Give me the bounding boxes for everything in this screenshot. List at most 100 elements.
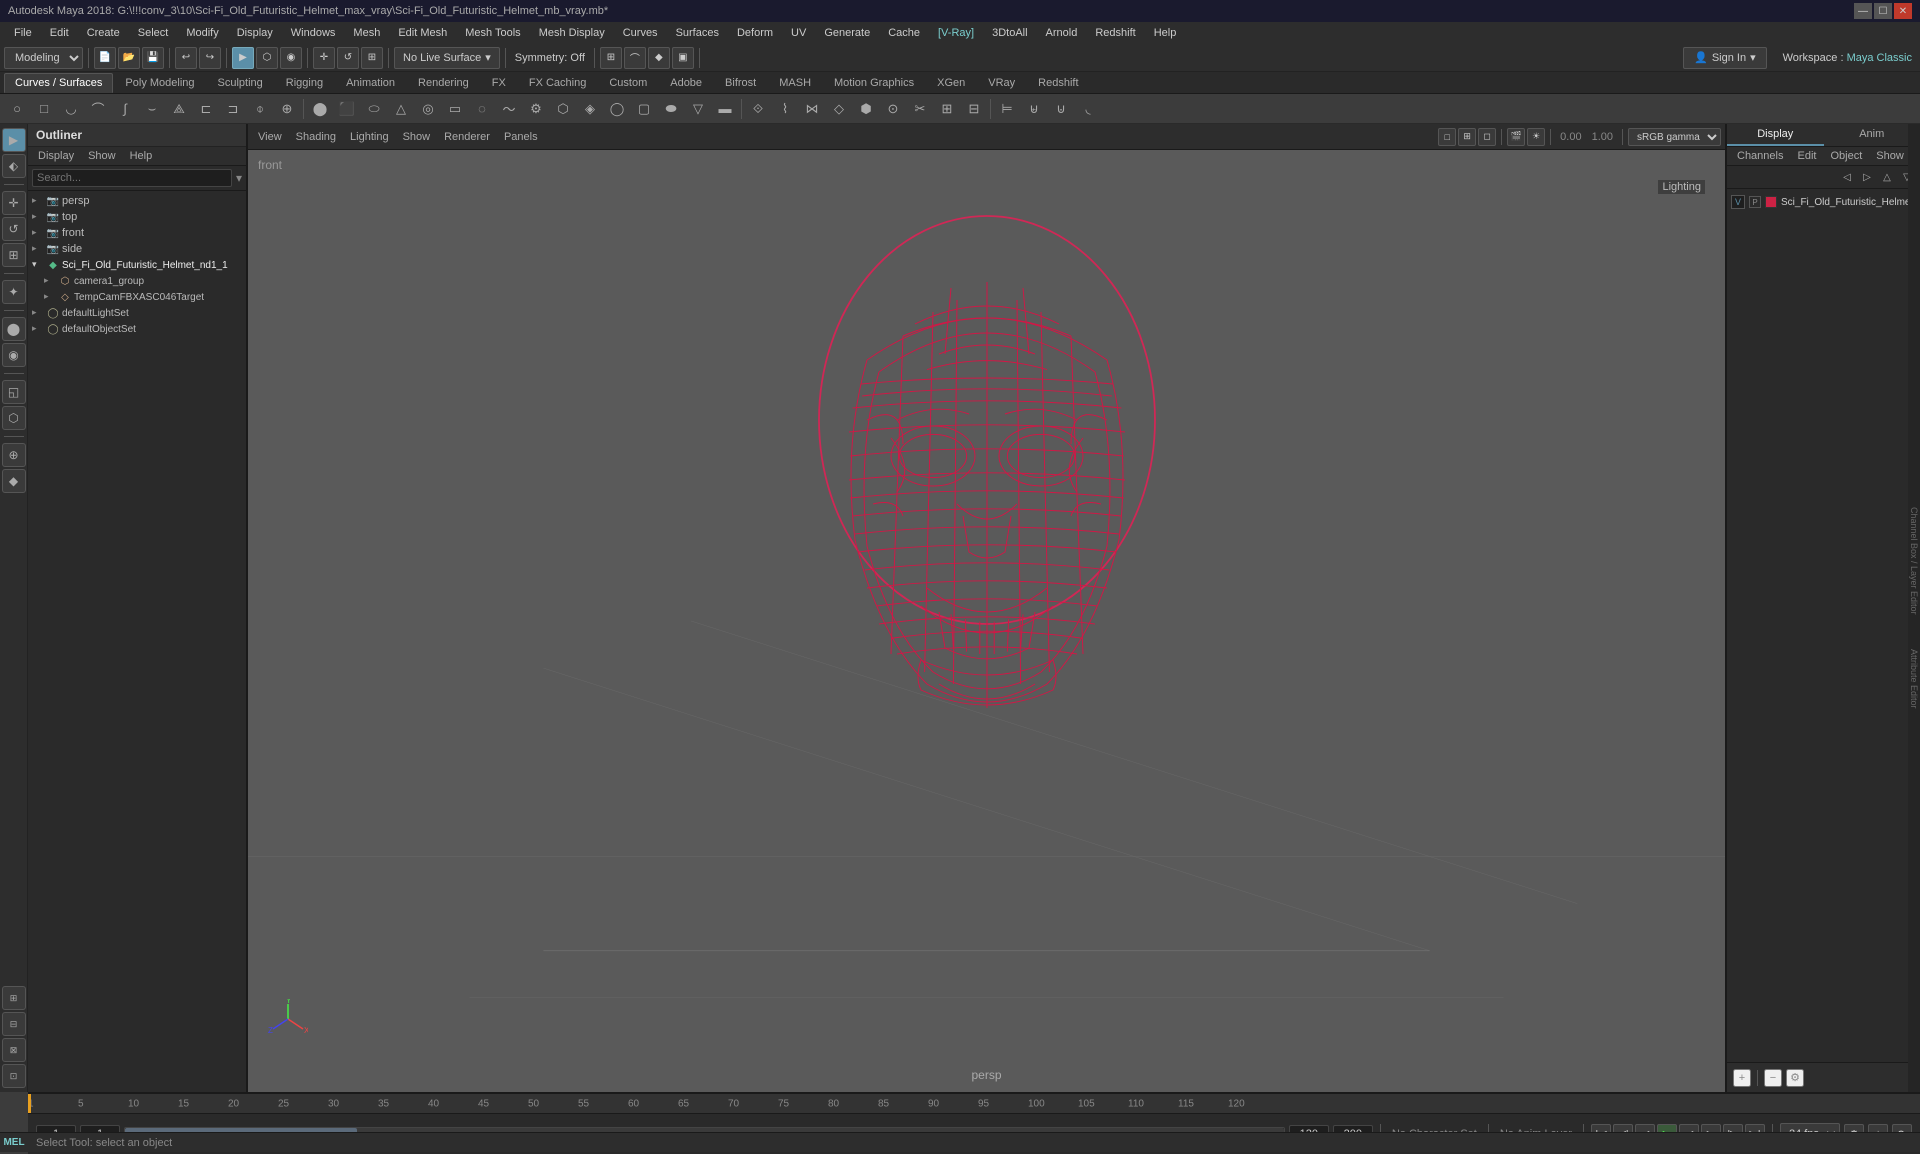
tab-animation[interactable]: Animation bbox=[335, 73, 406, 93]
vp-menu-show[interactable]: Show bbox=[397, 129, 437, 145]
menu-deform[interactable]: Deform bbox=[729, 25, 781, 41]
select-edge-btn[interactable]: □ bbox=[31, 96, 57, 122]
timeline-ruler[interactable]: 1 5 10 15 20 25 30 35 40 45 50 55 60 65 … bbox=[28, 1094, 1920, 1114]
helix-btn[interactable]: 〜 bbox=[496, 96, 522, 122]
tree-item-front[interactable]: ▸ 📷 front bbox=[28, 225, 246, 241]
select-tool-btn[interactable]: ▶ bbox=[232, 47, 254, 69]
vp-menu-shading[interactable]: Shading bbox=[290, 129, 342, 145]
object-menu[interactable]: Object bbox=[1824, 149, 1868, 163]
menu-mesh-display[interactable]: Mesh Display bbox=[531, 25, 613, 41]
layer-color-swatch[interactable] bbox=[1765, 196, 1777, 208]
menu-uv[interactable]: UV bbox=[783, 25, 814, 41]
menu-display[interactable]: Display bbox=[229, 25, 281, 41]
rotate-tool-btn[interactable]: ↺ bbox=[2, 217, 26, 241]
scale-btn[interactable]: ⊞ bbox=[361, 47, 383, 69]
extrude-btn[interactable]: ⟐ bbox=[745, 96, 771, 122]
rbs-btn-1[interactable]: + bbox=[1733, 1069, 1751, 1087]
tab-rendering[interactable]: Rendering bbox=[407, 73, 480, 93]
snap-point-btn[interactable]: ◆ bbox=[648, 47, 670, 69]
snap-view-btn[interactable]: ▣ bbox=[672, 47, 694, 69]
outliner-help-menu[interactable]: Help bbox=[124, 149, 159, 163]
close-button[interactable]: ✕ bbox=[1894, 3, 1912, 19]
show-manip-btn[interactable]: ✦ bbox=[2, 280, 26, 304]
right-tab-display[interactable]: Display bbox=[1727, 124, 1824, 146]
cone-btn[interactable]: △ bbox=[388, 96, 414, 122]
cube-btn[interactable]: ⬛ bbox=[334, 96, 360, 122]
menu-curves[interactable]: Curves bbox=[615, 25, 666, 41]
menu-file[interactable]: File bbox=[6, 25, 40, 41]
mirror-btn[interactable]: ⊨ bbox=[994, 96, 1020, 122]
platonic-btn[interactable]: ⬡ bbox=[550, 96, 576, 122]
gear-btn[interactable]: ⚙ bbox=[523, 96, 549, 122]
sign-in-button[interactable]: 👤 Sign In ▾ bbox=[1683, 47, 1766, 69]
combine-btn[interactable]: ⊌ bbox=[1021, 96, 1047, 122]
quick-layout-btn[interactable]: ⊞ bbox=[2, 986, 26, 1010]
tab-poly-modeling[interactable]: Poly Modeling bbox=[114, 73, 205, 93]
vp-menu-panels[interactable]: Panels bbox=[498, 129, 544, 145]
nurbs-cyl-btn[interactable]: ⬬ bbox=[658, 96, 684, 122]
menu-windows[interactable]: Windows bbox=[283, 25, 344, 41]
new-scene-btn[interactable]: 📄 bbox=[94, 47, 116, 69]
tab-rigging[interactable]: Rigging bbox=[275, 73, 334, 93]
tab-mash[interactable]: MASH bbox=[768, 73, 822, 93]
pipe-btn[interactable]: ◌ bbox=[469, 96, 495, 122]
quick-layout-btn3[interactable]: ⊠ bbox=[2, 1038, 26, 1062]
bevel-btn[interactable]: ◇ bbox=[826, 96, 852, 122]
separate-btn[interactable]: ⊍ bbox=[1048, 96, 1074, 122]
viewport[interactable]: View Shading Lighting Show Renderer Pane… bbox=[248, 124, 1725, 1092]
render-btn[interactable]: ⬡ bbox=[2, 406, 26, 430]
menu-mesh[interactable]: Mesh bbox=[345, 25, 388, 41]
sel-type-btn2[interactable]: ⟁ bbox=[166, 96, 192, 122]
nurbs-cone-btn[interactable]: ▽ bbox=[685, 96, 711, 122]
smooth-btn[interactable]: ◟ bbox=[1075, 96, 1101, 122]
tree-item-lightset[interactable]: ▸ ◯ defaultLightSet bbox=[28, 305, 246, 321]
tab-motion-graphics[interactable]: Motion Graphics bbox=[823, 73, 925, 93]
quick-layout-btn2[interactable]: ⊟ bbox=[2, 1012, 26, 1036]
menu-cache[interactable]: Cache bbox=[880, 25, 928, 41]
undo-btn[interactable]: ↩ bbox=[175, 47, 197, 69]
move-tool-btn[interactable]: ✛ bbox=[2, 191, 26, 215]
scale-tool-btn[interactable]: ⊞ bbox=[2, 243, 26, 267]
open-btn[interactable]: 📂 bbox=[118, 47, 140, 69]
view-btn[interactable]: ◱ bbox=[2, 380, 26, 404]
channels-menu[interactable]: Channels bbox=[1731, 149, 1789, 163]
layer-visibility-checkbox[interactable]: V bbox=[1731, 195, 1745, 209]
modeling-dropdown[interactable]: Modeling bbox=[4, 47, 83, 69]
menu-help[interactable]: Help bbox=[1146, 25, 1185, 41]
vp-menu-lighting[interactable]: Lighting bbox=[344, 129, 395, 145]
menu-arnold[interactable]: Arnold bbox=[1038, 25, 1086, 41]
tree-item-side[interactable]: ▸ 📷 side bbox=[28, 241, 246, 257]
save-btn[interactable]: 💾 bbox=[142, 47, 164, 69]
sphere-btn[interactable]: ⬤ bbox=[307, 96, 333, 122]
tree-item-objectset[interactable]: ▸ ◯ defaultObjectSet bbox=[28, 321, 246, 337]
custom-layout-btn[interactable]: ⊡ bbox=[2, 1064, 26, 1088]
menu-generate[interactable]: Generate bbox=[816, 25, 878, 41]
tab-redshift[interactable]: Redshift bbox=[1027, 73, 1089, 93]
menu-edit-mesh[interactable]: Edit Mesh bbox=[390, 25, 455, 41]
nurbs-plane-btn[interactable]: ▬ bbox=[712, 96, 738, 122]
plane-btn[interactable]: ▭ bbox=[442, 96, 468, 122]
menu-vray[interactable]: [V-Ray] bbox=[930, 25, 982, 41]
vp-render-icon-btn[interactable]: 🎬 bbox=[1507, 128, 1525, 146]
vp-wireframe-btn[interactable]: ◻ bbox=[1478, 128, 1496, 146]
vp-mode-btn[interactable]: ⊞ bbox=[1458, 128, 1476, 146]
nurbs-sphere-btn[interactable]: ◯ bbox=[604, 96, 630, 122]
rbs-btn-2[interactable]: − bbox=[1764, 1069, 1782, 1087]
rp-icon-right[interactable]: ▷ bbox=[1858, 168, 1876, 186]
redo-btn[interactable]: ↪ bbox=[199, 47, 221, 69]
paint-select-btn[interactable]: ⬖ bbox=[2, 154, 26, 178]
offset-loop-btn[interactable]: ⊟ bbox=[961, 96, 987, 122]
paint-btn[interactable]: ◉ bbox=[280, 47, 302, 69]
snap-grid-btn[interactable]: ⊞ bbox=[600, 47, 622, 69]
select-curve-btn[interactable]: ∫ bbox=[112, 96, 138, 122]
menu-select[interactable]: Select bbox=[130, 25, 177, 41]
select-face-btn[interactable]: ◡ bbox=[58, 96, 84, 122]
outliner-show-menu[interactable]: Show bbox=[82, 149, 122, 163]
channel-box-label[interactable]: Channel Box / Layer Editor bbox=[1909, 507, 1919, 615]
attribute-editor-label[interactable]: Attribute Editor bbox=[1909, 649, 1919, 709]
rbs-btn-3[interactable]: ⚙ bbox=[1786, 1069, 1804, 1087]
vp-gamma-select[interactable]: sRGB gamma bbox=[1628, 128, 1721, 146]
tab-custom[interactable]: Custom bbox=[598, 73, 658, 93]
torus-btn[interactable]: ◎ bbox=[415, 96, 441, 122]
vp-menu-view[interactable]: View bbox=[252, 129, 288, 145]
